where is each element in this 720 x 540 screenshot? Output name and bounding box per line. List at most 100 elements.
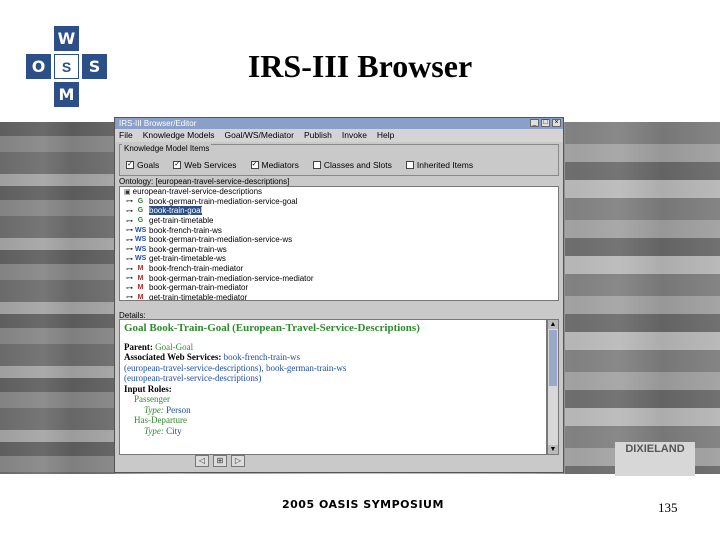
role-name: Passenger xyxy=(134,394,170,404)
checkbox-label: Web Services xyxy=(184,160,237,170)
checkbox-box[interactable] xyxy=(312,161,321,169)
tree-item[interactable]: ⊶ M book-german-train-mediation-service-… xyxy=(120,273,558,283)
tree-item[interactable]: ⊶ WS book-german-train-ws xyxy=(120,245,558,255)
key-icon: ⊶ xyxy=(126,207,133,215)
home-button[interactable]: ⊞ xyxy=(213,455,227,467)
menu-file[interactable]: File xyxy=(119,129,133,142)
tree-item-label: get-train-timetable-ws xyxy=(149,254,226,264)
goal-badge: G xyxy=(137,197,144,205)
key-icon: ⊶ xyxy=(126,255,133,263)
key-icon: ⊶ xyxy=(126,217,133,225)
photo-right-detail xyxy=(565,122,720,474)
tree-item[interactable]: ⊶ WS book-french-train-ws xyxy=(120,225,558,235)
logo-letter-o: O xyxy=(26,54,51,79)
folder-icon: ▣ xyxy=(124,188,131,196)
checkbox-inherited-items[interactable]: Inherited Items xyxy=(405,160,473,170)
checkbox-label: Goals xyxy=(137,160,160,170)
ws-badge: WS xyxy=(135,236,147,244)
tree-item[interactable]: ⊶ M book-french-train-mediator xyxy=(120,264,558,274)
role-type-value[interactable]: City xyxy=(166,426,182,436)
page-number: 135 xyxy=(658,500,678,515)
tree-root-label: european-travel-service-descriptions xyxy=(132,187,263,197)
checkbox-web-services[interactable]: ✓ Web Services xyxy=(173,160,237,170)
role-type-value[interactable]: Person xyxy=(166,405,191,415)
menu-bar: File Knowledge Models Goal/WS/Mediator P… xyxy=(115,129,563,142)
mediator-badge: M xyxy=(137,293,144,301)
ws-badge: WS xyxy=(135,245,147,253)
footer-text: 2005 OASIS SYMPOSIUM xyxy=(282,498,444,511)
key-icon: ⊶ xyxy=(126,236,133,244)
forward-button[interactable]: ▷ xyxy=(231,455,245,467)
key-icon: ⊶ xyxy=(126,284,133,292)
logo-letter-w: W xyxy=(54,26,79,51)
menu-invoke[interactable]: Invoke xyxy=(342,129,367,142)
checkbox-box[interactable]: ✓ xyxy=(126,161,134,169)
tree-item-label: book-german-train-mediation-service-goal xyxy=(149,196,298,206)
details-navigation: ◁ ⊞ ▷ xyxy=(195,455,245,467)
tree-item-label: book-french-train-mediator xyxy=(149,264,244,274)
window-titlebar: IRS-III Browser/Editor _ □ × xyxy=(115,118,563,129)
checkbox-classes-and-slots[interactable]: Classes and Slots xyxy=(312,160,392,170)
back-button[interactable]: ◁ xyxy=(195,455,209,467)
parent-label: Parent: xyxy=(124,341,153,352)
tree-item-selected[interactable]: ⊶ G book-train-goal xyxy=(120,206,558,216)
key-icon: ⊶ xyxy=(126,198,133,206)
parent-value-link[interactable]: Goal-Goal xyxy=(155,342,193,352)
tree-item[interactable]: ⊶ M get-train-timetable-mediator xyxy=(120,293,558,301)
ws-badge: WS xyxy=(135,226,147,234)
checkbox-box[interactable]: ✓ xyxy=(250,161,259,169)
ontology-tree: ▣ european-travel-service-descriptions ⊶… xyxy=(119,186,559,301)
details-scrollbar[interactable]: ▲ ▼ xyxy=(547,319,559,455)
close-button[interactable]: × xyxy=(552,119,561,127)
ontology-label: Ontology: [european-travel-service-descr… xyxy=(119,177,290,186)
kmi-title: Knowledge Model Items xyxy=(122,144,212,153)
ws-link[interactable]: book-german-train-ws xyxy=(266,363,346,373)
photo-left-detail xyxy=(0,122,115,474)
ws-link[interactable]: book-french-train-ws xyxy=(224,352,300,362)
mediator-badge: M xyxy=(137,265,144,273)
tree-item[interactable]: ⊶ WS get-train-timetable-ws xyxy=(120,254,558,264)
checkbox-box[interactable]: ✓ xyxy=(173,161,182,169)
menu-knowledge-models[interactable]: Knowledge Models xyxy=(143,129,215,142)
tree-item[interactable]: ⊶ G book-german-train-mediation-service-… xyxy=(120,197,558,207)
ontology-link[interactable]: (european-travel-service-descriptions), xyxy=(124,363,264,373)
details-pane: Goal Book-Train-Goal (European-Travel-Se… xyxy=(119,319,547,455)
tree-root[interactable]: ▣ european-travel-service-descriptions xyxy=(120,187,558,197)
tree-item[interactable]: ⊶ G get-train-timetable xyxy=(120,216,558,226)
tree-item-label: book-train-goal xyxy=(149,206,203,216)
irs-browser-window: IRS-III Browser/Editor _ □ × File Knowle… xyxy=(114,117,564,473)
photo-sign: DIXIELAND xyxy=(615,442,695,476)
key-icon: ⊶ xyxy=(126,275,133,283)
goal-badge: G xyxy=(137,207,144,215)
role-type-label: Type: xyxy=(144,404,164,415)
mediator-badge: M xyxy=(137,274,144,282)
maximize-button[interactable]: □ xyxy=(541,119,550,127)
checkbox-label: Classes and Slots xyxy=(323,160,392,170)
tree-item-label: book-french-train-ws xyxy=(149,225,222,235)
logo-letter-s: S xyxy=(82,54,107,79)
checkbox-box[interactable] xyxy=(405,161,414,169)
role-type-label: Type: xyxy=(144,425,164,436)
tree-item[interactable]: ⊶ M book-german-train-mediator xyxy=(120,283,558,293)
checkbox-goals[interactable]: ✓ Goals xyxy=(126,160,159,170)
logo-letter-m: M xyxy=(54,82,79,107)
tree-item-label: book-german-train-mediation-service-medi… xyxy=(149,273,314,283)
knowledge-model-items-panel: Knowledge Model Items ✓ Goals ✓ Web Serv… xyxy=(119,144,559,176)
ontology-link[interactable]: (european-travel-service-descriptions) xyxy=(124,373,261,383)
menu-goal-ws-mediator[interactable]: Goal/WS/Mediator xyxy=(225,129,294,142)
scroll-up-arrow[interactable]: ▲ xyxy=(548,320,558,329)
menu-help[interactable]: Help xyxy=(377,129,394,142)
checkbox-mediators[interactable]: ✓ Mediators xyxy=(250,160,299,170)
scroll-thumb[interactable] xyxy=(549,330,557,386)
input-roles-label: Input Roles: xyxy=(124,383,172,394)
key-icon: ⊶ xyxy=(126,265,133,273)
scroll-down-arrow[interactable]: ▼ xyxy=(548,445,558,454)
menu-publish[interactable]: Publish xyxy=(304,129,332,142)
logo-letter-center: S xyxy=(54,54,79,79)
goal-ontology-link[interactable]: (European-Travel-Service-Descriptions) xyxy=(232,322,420,334)
slide-title: IRS-III Browser xyxy=(247,48,473,84)
tree-item[interactable]: ⊶ WS book-german-train-mediation-service… xyxy=(120,235,558,245)
minimize-button[interactable]: _ xyxy=(530,119,539,127)
goal-heading: Goal Book-Train-Goal xyxy=(124,322,230,334)
key-icon: ⊶ xyxy=(126,227,133,235)
